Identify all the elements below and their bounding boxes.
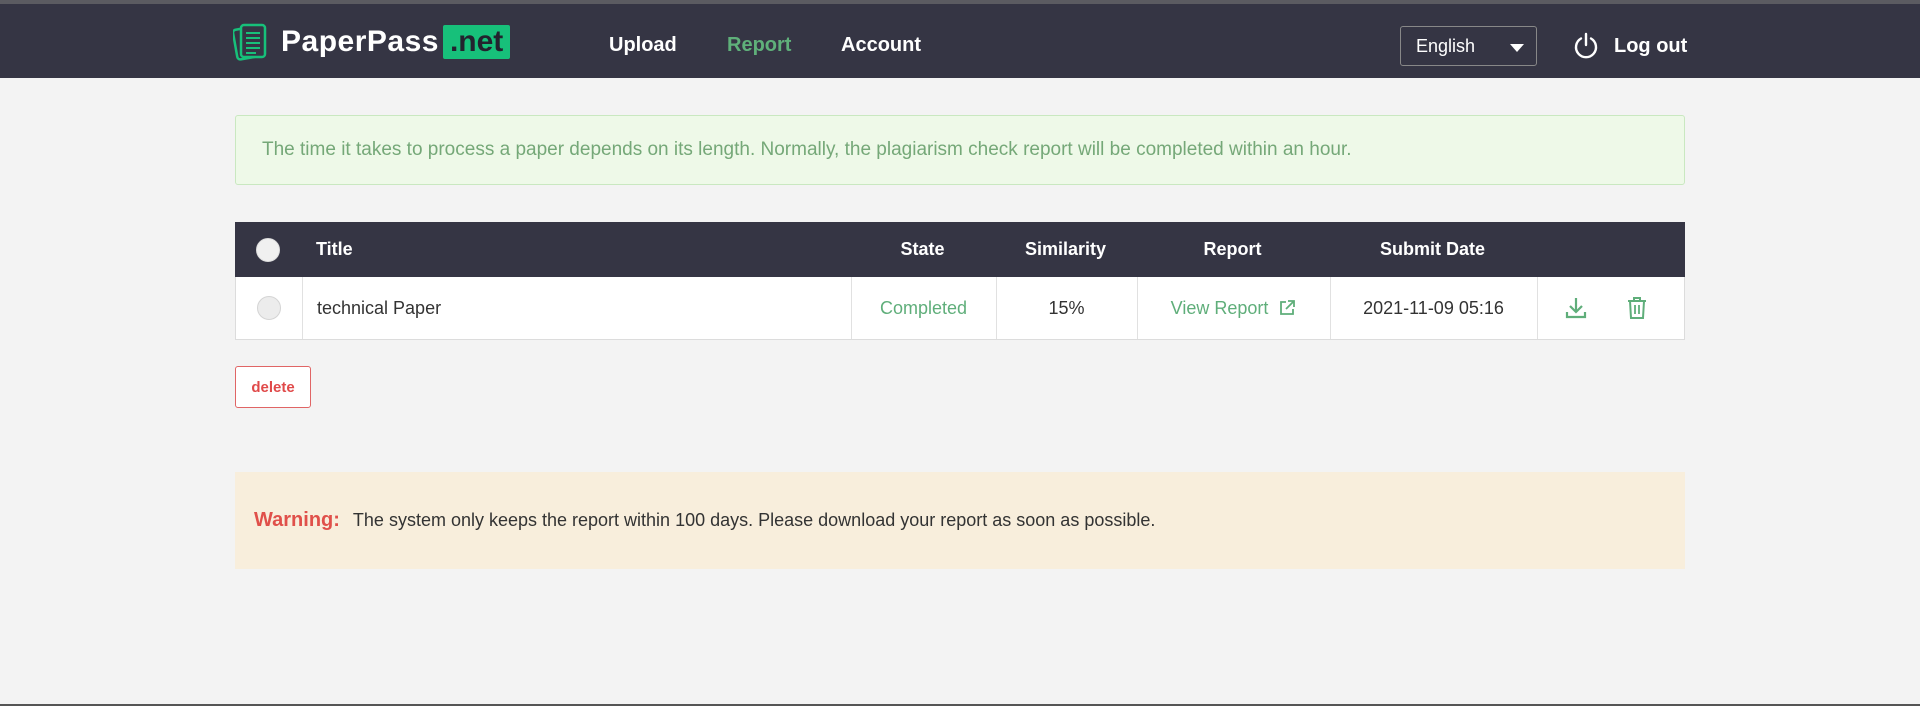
header-report: Report [1203, 239, 1262, 259]
logout-button[interactable]: Log out [1572, 28, 1687, 64]
header-similarity: Similarity [1024, 239, 1107, 259]
delete-row-button[interactable] [1622, 277, 1652, 339]
power-icon [1574, 32, 1598, 59]
header-submit-date: Submit Date [1379, 239, 1485, 259]
row-select-cell [236, 277, 302, 339]
retention-warning: Warning: The system only keeps the repor… [235, 472, 1685, 569]
row-submit-date: 2021-11-09 05:16 [1363, 297, 1504, 318]
trash-icon [1628, 297, 1646, 319]
external-link-icon [1280, 300, 1296, 315]
table-header: Title State Similarity Report Submit Dat… [235, 222, 1685, 277]
reports-table: Title State Similarity Report Submit Dat… [235, 222, 1685, 340]
language-select[interactable]: English [1400, 26, 1537, 66]
warning-label: Warning: [254, 509, 340, 531]
top-navbar: PaperPass .net Upload Report Account Eng… [0, 4, 1920, 78]
logo[interactable]: PaperPass .net [233, 22, 511, 62]
language-selected: English [1416, 35, 1476, 56]
nav-report[interactable]: Report [727, 8, 791, 82]
delete-selected-button[interactable]: delete [235, 366, 311, 408]
header-state: State [900, 239, 945, 259]
row-select-radio[interactable] [257, 296, 281, 320]
row-title: technical Paper [317, 297, 442, 318]
view-report-label: View Report [1170, 297, 1269, 318]
brand-name: PaperPass [281, 25, 439, 58]
row-state: Completed [879, 297, 968, 318]
download-button[interactable] [1561, 277, 1591, 339]
view-report-link[interactable]: View Report [1137, 277, 1330, 339]
download-icon [1565, 298, 1587, 319]
nav-account[interactable]: Account [841, 8, 921, 82]
table-row: technical Paper Completed 15% View Repor… [235, 277, 1685, 340]
paper-stack-icon [233, 23, 267, 61]
processing-notice: The time it takes to process a paper dep… [235, 115, 1685, 185]
caret-down-icon [1510, 44, 1524, 52]
select-all-radio[interactable] [256, 237, 280, 262]
select-all-cell [235, 222, 301, 277]
header-title: Title [316, 239, 353, 259]
nav-upload[interactable]: Upload [609, 8, 677, 82]
warning-text: The system only keeps the report within … [352, 510, 1156, 530]
brand-suffix: .net [442, 25, 511, 59]
logout-label: Log out [1614, 34, 1688, 57]
row-similarity: 15% [1048, 297, 1085, 318]
